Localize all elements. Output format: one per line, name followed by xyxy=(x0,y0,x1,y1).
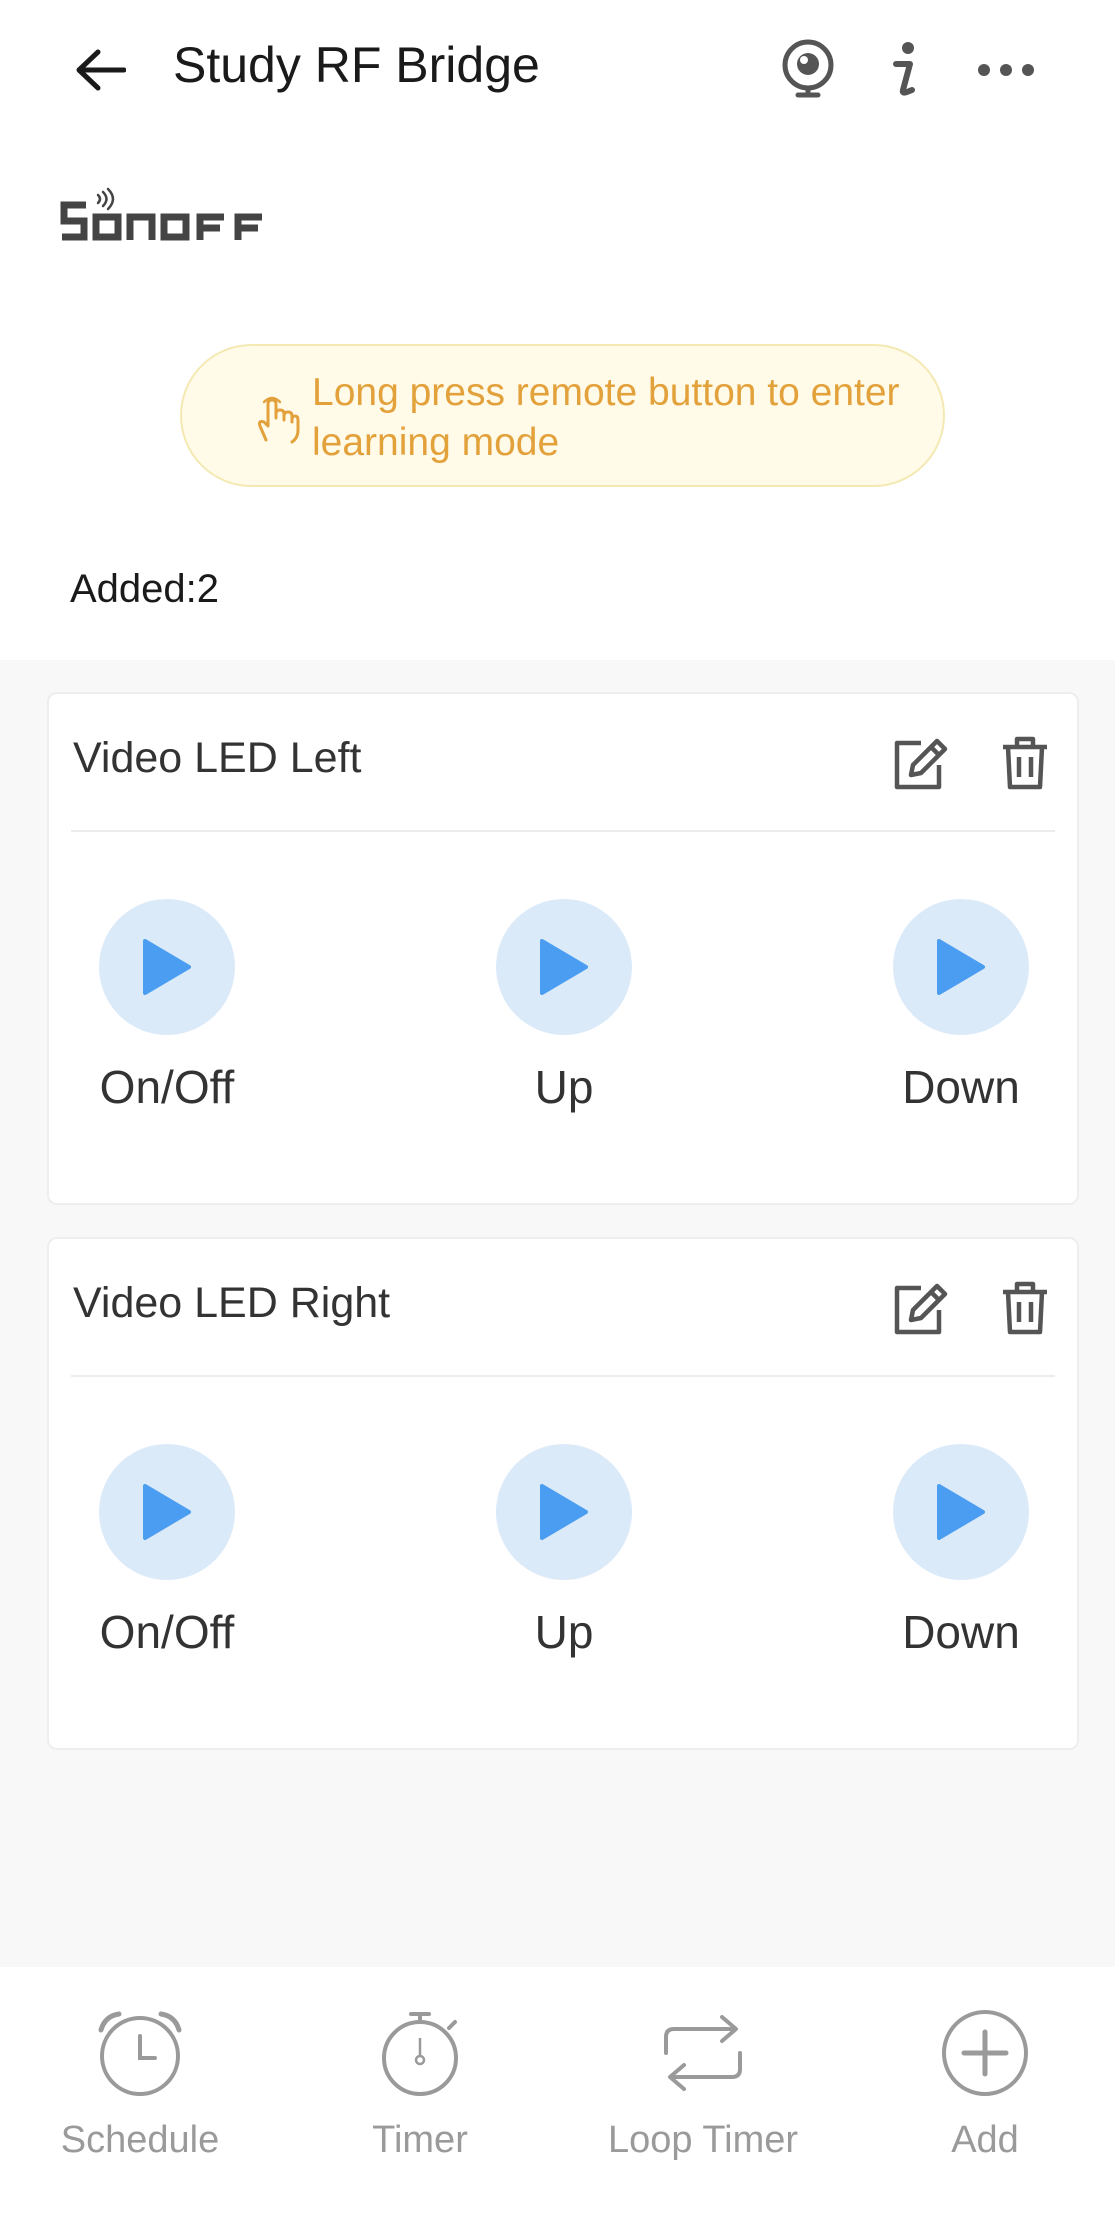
key-label: Down xyxy=(902,1606,1020,1658)
play-icon xyxy=(143,1484,191,1540)
camera-button[interactable] xyxy=(768,30,848,110)
play-button[interactable] xyxy=(496,899,632,1035)
tab-label: Schedule xyxy=(60,2119,220,2161)
play-button[interactable] xyxy=(893,1444,1029,1580)
remote-key-down[interactable]: Down xyxy=(851,1444,1071,1684)
remote-key-down[interactable]: Down xyxy=(851,899,1071,1139)
remote-card: Video LED Left On/Off Up Down xyxy=(47,692,1079,1205)
info-icon xyxy=(893,42,915,96)
edit-button[interactable] xyxy=(887,1275,953,1341)
key-label: Up xyxy=(534,1061,594,1113)
tab-label: Timer xyxy=(372,2119,468,2161)
key-label: On/Off xyxy=(99,1061,235,1113)
edit-button[interactable] xyxy=(887,730,953,796)
remote-key-onoff[interactable]: On/Off xyxy=(57,1444,277,1684)
tab-add[interactable]: Add xyxy=(865,1967,1105,2207)
card-divider xyxy=(71,830,1055,832)
webcam-icon xyxy=(782,39,834,98)
back-button[interactable] xyxy=(60,30,140,110)
learning-hint-banner: Long press remote button to enter learni… xyxy=(180,344,945,487)
more-dots-icon xyxy=(978,64,1034,76)
play-icon xyxy=(937,1484,985,1540)
card-divider xyxy=(71,1375,1055,1377)
key-label: On/Off xyxy=(99,1606,235,1658)
key-label: Down xyxy=(902,1061,1020,1113)
edit-icon xyxy=(894,738,948,790)
remote-key-up[interactable]: Up xyxy=(454,899,674,1139)
remote-key-up[interactable]: Up xyxy=(454,1444,674,1684)
info-button[interactable] xyxy=(864,30,944,110)
tab-label: Add xyxy=(951,2119,1019,2161)
play-icon xyxy=(143,939,191,995)
delete-button[interactable] xyxy=(995,730,1055,796)
play-button[interactable] xyxy=(496,1444,632,1580)
sonoff-logo-mark xyxy=(60,187,262,241)
arrow-left-icon xyxy=(76,49,126,91)
plus-circle-icon xyxy=(935,2003,1035,2103)
remote-name: Video LED Left xyxy=(73,734,362,782)
header-bar: Study RF Bridge xyxy=(0,0,1115,135)
play-button[interactable] xyxy=(99,1444,235,1580)
stopwatch-icon xyxy=(370,2003,470,2103)
more-button[interactable] xyxy=(966,30,1046,110)
edit-icon xyxy=(894,1283,948,1335)
remote-card: Video LED Right On/Off Up Down xyxy=(47,1237,1079,1750)
repeat-icon xyxy=(653,2003,753,2103)
tab-label: Loop Timer xyxy=(607,2119,799,2161)
page-title: Study RF Bridge xyxy=(173,37,540,93)
alarm-clock-icon xyxy=(90,2003,190,2103)
sonoff-logo xyxy=(60,185,280,255)
learning-hint-text: Long press remote button to enter learni… xyxy=(312,371,900,464)
play-icon xyxy=(540,939,588,995)
trash-icon xyxy=(1003,736,1047,790)
added-count: Added:2 xyxy=(70,567,220,611)
play-button[interactable] xyxy=(99,899,235,1035)
hand-tap-icon xyxy=(254,394,300,444)
play-icon xyxy=(540,1484,588,1540)
tab-schedule[interactable]: Schedule xyxy=(20,1967,260,2207)
key-label: Up xyxy=(534,1606,594,1658)
tab-loop-timer[interactable]: Loop Timer xyxy=(583,1967,823,2207)
play-button[interactable] xyxy=(893,899,1029,1035)
trash-icon xyxy=(1003,1281,1047,1335)
delete-button[interactable] xyxy=(995,1275,1055,1341)
tab-timer[interactable]: Timer xyxy=(300,1967,540,2207)
bottom-toolbar: Schedule Timer Loop Timer Add xyxy=(0,1967,1115,2227)
play-icon xyxy=(937,939,985,995)
remote-key-onoff[interactable]: On/Off xyxy=(57,899,277,1139)
remote-name: Video LED Right xyxy=(73,1279,391,1327)
